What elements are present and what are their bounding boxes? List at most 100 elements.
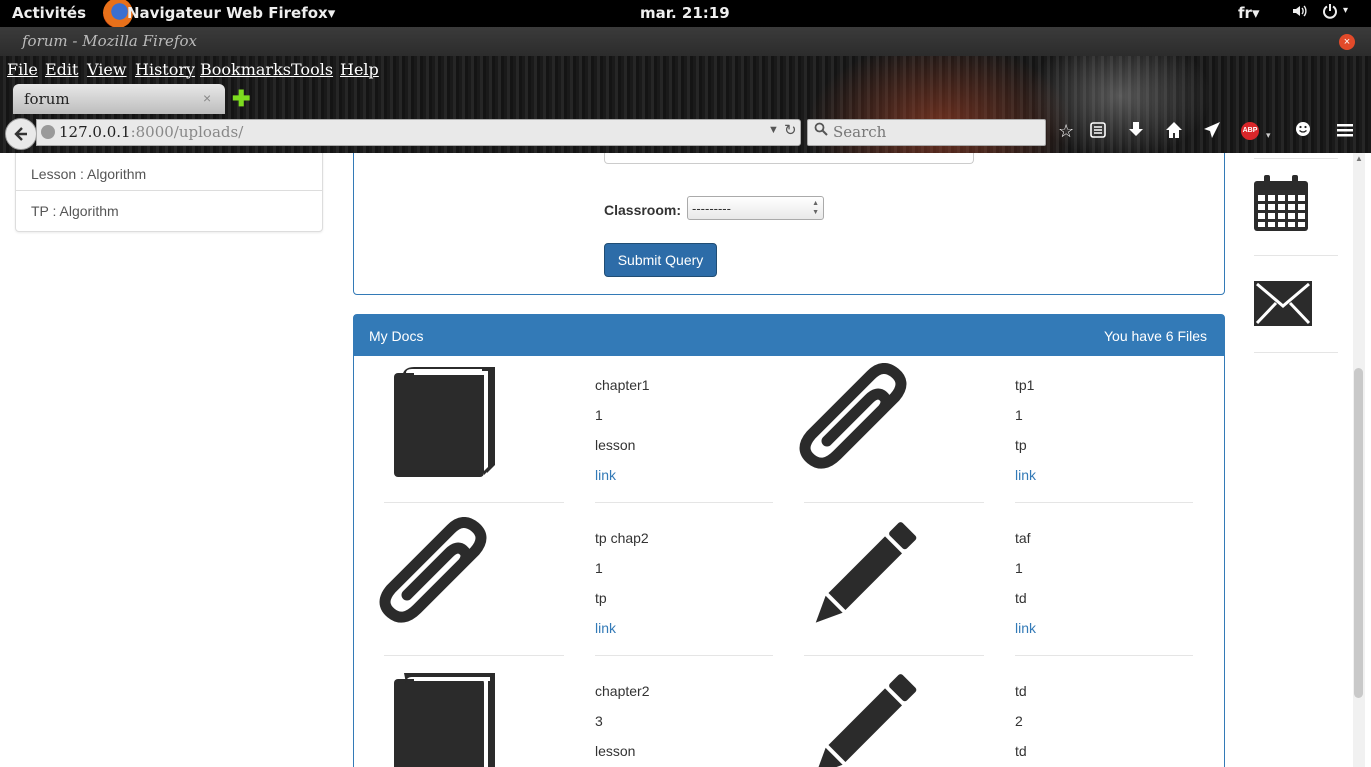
doc-link[interactable]: link bbox=[1015, 467, 1036, 483]
divider bbox=[384, 655, 564, 656]
url-text: 127.0.0.1:8000/uploads/ bbox=[59, 123, 243, 141]
url-dropdown-icon[interactable]: ▼ bbox=[768, 124, 779, 136]
menu-file[interactable]: File bbox=[7, 60, 38, 79]
tab-label: forum bbox=[24, 90, 70, 108]
tab-close-icon[interactable]: × bbox=[203, 90, 211, 106]
my-docs-title: My Docs bbox=[369, 328, 424, 344]
divider bbox=[1254, 158, 1338, 159]
doc-name: chapter2 bbox=[595, 683, 650, 699]
classroom-label: Classroom: bbox=[604, 202, 682, 218]
menu-history[interactable]: History bbox=[135, 60, 195, 79]
doc-link[interactable]: link bbox=[595, 467, 616, 483]
activities-button[interactable]: Activités bbox=[12, 4, 86, 22]
language-selector[interactable]: fr▾ bbox=[1238, 4, 1259, 22]
reading-list-icon[interactable] bbox=[1089, 121, 1107, 143]
classroom-select[interactable]: --------- ▲ ▼ bbox=[687, 196, 824, 220]
power-icon[interactable] bbox=[1322, 3, 1338, 23]
doc-type: lesson bbox=[595, 743, 636, 759]
doc-link[interactable]: link bbox=[595, 620, 616, 636]
doc-type: td bbox=[1015, 743, 1027, 759]
download-icon[interactable] bbox=[1127, 121, 1145, 143]
list-item-tp-algorithm[interactable]: TP : Algorithm bbox=[16, 190, 322, 231]
pencil-icon bbox=[815, 522, 917, 623]
adblock-arrow-icon[interactable]: ▾ bbox=[1266, 125, 1271, 145]
doc-type: tp bbox=[595, 590, 607, 606]
power-arrow-icon: ▾ bbox=[1343, 5, 1349, 16]
new-tab-icon[interactable]: ✚ bbox=[232, 86, 250, 112]
window-close-button[interactable]: × bbox=[1339, 34, 1355, 50]
search-input[interactable]: Search bbox=[807, 119, 1046, 146]
window-titlebar: forum - Mozilla Firefox × bbox=[0, 27, 1371, 56]
search-icon bbox=[814, 122, 828, 140]
paperclip-icon bbox=[379, 517, 487, 623]
back-arrow-icon bbox=[14, 127, 27, 141]
page-viewport: Lesson : Algorithm TP : Algorithm Classr… bbox=[0, 153, 1371, 767]
doc-name: chapter1 bbox=[595, 377, 650, 393]
divider bbox=[1015, 655, 1193, 656]
text-field[interactable] bbox=[604, 153, 974, 164]
my-docs-heading: My Docs You have 6 Files bbox=[354, 315, 1224, 356]
app-menu[interactable]: Navigateur Web Firefox▾ bbox=[127, 4, 335, 22]
classroom-selected-value: --------- bbox=[692, 201, 731, 216]
select-arrows-icon: ▲ ▼ bbox=[812, 200, 819, 216]
divider bbox=[384, 502, 564, 503]
menu-view[interactable]: View bbox=[87, 60, 127, 79]
language-label: fr bbox=[1238, 4, 1252, 22]
app-menu-arrow-icon: ▾ bbox=[327, 4, 336, 22]
smiley-icon[interactable] bbox=[1295, 121, 1311, 141]
volume-icon[interactable] bbox=[1292, 3, 1308, 23]
reload-icon[interactable]: ↻ bbox=[784, 121, 797, 139]
send-icon[interactable] bbox=[1203, 121, 1221, 143]
my-docs-panel: My Docs You have 6 Files chapter1 1 less… bbox=[353, 314, 1225, 767]
back-button[interactable] bbox=[5, 118, 37, 150]
doc-number: 1 bbox=[595, 407, 603, 423]
home-icon[interactable] bbox=[1165, 121, 1183, 143]
file-count: You have 6 Files bbox=[1104, 328, 1207, 344]
gnome-top-bar: Activités Navigateur Web Firefox▾ mar. 2… bbox=[0, 0, 1371, 28]
doc-number: 1 bbox=[595, 560, 603, 576]
divider bbox=[595, 655, 773, 656]
divider bbox=[1254, 352, 1338, 353]
nav-bar: 127.0.0.1:8000/uploads/ ▼ ↻ Search ☆ ABP… bbox=[0, 114, 1371, 153]
bookmark-star-icon[interactable]: ☆ bbox=[1058, 121, 1074, 141]
menu-tools[interactable]: Tools bbox=[291, 60, 333, 79]
url-bar[interactable]: 127.0.0.1:8000/uploads/ ▼ ↻ bbox=[36, 119, 801, 146]
hamburger-menu-icon[interactable] bbox=[1336, 121, 1354, 143]
doc-number: 1 bbox=[1015, 407, 1023, 423]
url-path: :8000/uploads/ bbox=[130, 123, 244, 141]
url-host: 127.0.0.1 bbox=[59, 123, 131, 141]
doc-number: 2 bbox=[1015, 713, 1023, 729]
doc-type: td bbox=[1015, 590, 1027, 606]
language-arrow-icon: ▾ bbox=[1251, 4, 1260, 22]
doc-type: lesson bbox=[595, 437, 636, 453]
envelope-icon[interactable] bbox=[1254, 281, 1312, 326]
page-scrollbar[interactable]: ▲ bbox=[1353, 153, 1365, 767]
menu-edit[interactable]: Edit bbox=[45, 60, 78, 79]
list-item-lesson-algorithm[interactable]: Lesson : Algorithm bbox=[16, 153, 322, 190]
globe-icon bbox=[41, 125, 55, 139]
divider bbox=[595, 502, 773, 503]
upload-form-panel: Classroom: --------- ▲ ▼ Submit Query bbox=[353, 153, 1225, 295]
course-list: Lesson : Algorithm TP : Algorithm bbox=[15, 153, 323, 232]
menu-bookmarks[interactable]: Bookmarks bbox=[200, 60, 291, 79]
browser-chrome: File Edit View History Bookmarks Tools H… bbox=[0, 56, 1371, 153]
submit-query-button[interactable]: Submit Query bbox=[604, 243, 717, 277]
doc-link[interactable]: link bbox=[1015, 620, 1036, 636]
scroll-up-icon[interactable]: ▲ bbox=[1355, 154, 1363, 163]
doc-name: td bbox=[1015, 683, 1027, 699]
window-title: forum - Mozilla Firefox bbox=[22, 32, 197, 50]
adblock-icon[interactable]: ABP bbox=[1241, 122, 1259, 140]
scrollbar-thumb[interactable] bbox=[1354, 368, 1363, 698]
book-icon bbox=[394, 673, 495, 767]
doc-name: tp chap2 bbox=[595, 530, 649, 546]
clock[interactable]: mar. 21:19 bbox=[640, 4, 730, 22]
calendar-icon[interactable] bbox=[1254, 175, 1308, 231]
tab-forum[interactable]: forum × bbox=[13, 84, 225, 114]
menu-help[interactable]: Help bbox=[340, 60, 379, 79]
doc-number: 1 bbox=[1015, 560, 1023, 576]
doc-name: taf bbox=[1015, 530, 1031, 546]
doc-type: tp bbox=[1015, 437, 1027, 453]
app-menu-label: Navigateur Web Firefox bbox=[127, 4, 328, 22]
search-placeholder: Search bbox=[833, 123, 887, 141]
doc-number: 3 bbox=[595, 713, 603, 729]
